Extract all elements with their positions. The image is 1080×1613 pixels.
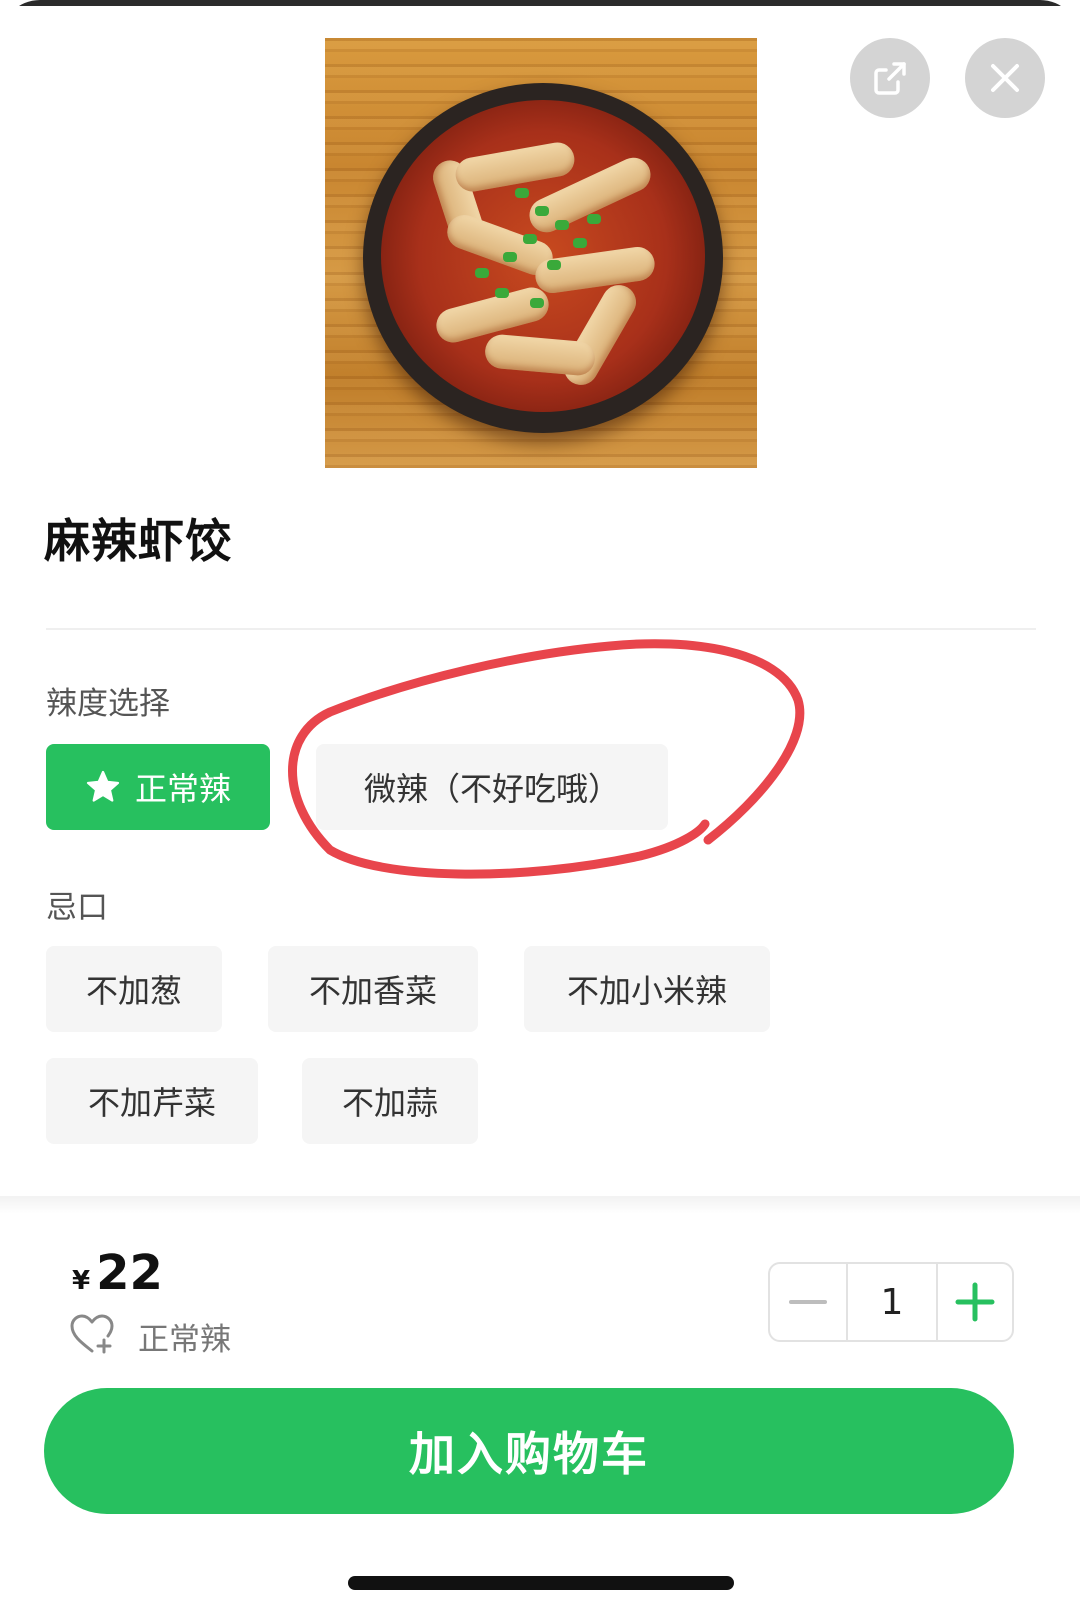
quantity-stepper: 1 (768, 1262, 1014, 1342)
share-button[interactable] (850, 38, 930, 118)
home-indicator (348, 1576, 734, 1590)
spice-option-label: 正常辣 (134, 770, 231, 808)
selected-spec: 正常辣 (138, 1321, 231, 1358)
share-icon (874, 62, 906, 95)
footer-divider (0, 1196, 1080, 1214)
price: ¥ 22 (72, 1245, 163, 1301)
favorite-row: 正常辣 (68, 1312, 231, 1360)
quantity-value: 1 (848, 1264, 938, 1340)
avoid-option-celery[interactable]: 不加芹菜 (46, 1058, 258, 1144)
divider (46, 628, 1036, 630)
dish-photo (325, 38, 757, 468)
currency-symbol: ¥ (72, 1266, 91, 1296)
avoid-option-label: 不加蒜 (341, 1084, 438, 1122)
spice-option-mild[interactable]: 微辣（不好吃哦） (316, 744, 668, 830)
decrease-button[interactable] (770, 1264, 848, 1340)
avoid-section-label: 忌口 (46, 890, 108, 926)
avoid-option-chili[interactable]: 不加小米辣 (524, 946, 770, 1032)
avoid-option-label: 不加香菜 (308, 972, 437, 1010)
plus-icon (955, 1282, 995, 1322)
price-value: 22 (96, 1245, 163, 1301)
avoid-option-garlic[interactable]: 不加蒜 (302, 1058, 478, 1144)
add-to-cart-button[interactable]: 加入购物车 (44, 1388, 1014, 1514)
minus-icon (789, 1300, 827, 1304)
star-icon (85, 769, 121, 805)
spice-section-label: 辣度选择 (46, 686, 170, 722)
spice-option-label: 微辣（不好吃哦） (363, 770, 620, 808)
avoid-option-label: 不加葱 (85, 972, 182, 1010)
avoid-option-label: 不加小米辣 (566, 972, 727, 1010)
product-title: 麻辣虾饺 (44, 514, 232, 568)
avoid-option-scallion[interactable]: 不加葱 (46, 946, 222, 1032)
increase-button[interactable] (938, 1264, 1012, 1340)
product-detail-sheet: 麻辣虾饺 辣度选择 正常辣 微辣（不好吃哦） 忌口 不加葱 不加香菜 不加小米辣… (0, 0, 1080, 1613)
avoid-option-label: 不加芹菜 (87, 1084, 216, 1122)
avoid-option-coriander[interactable]: 不加香菜 (268, 946, 478, 1032)
spice-option-normal[interactable]: 正常辣 (46, 744, 270, 830)
close-icon (991, 64, 1019, 92)
favorite-heart-icon[interactable] (68, 1312, 116, 1360)
top-edge (0, 0, 1080, 6)
close-button[interactable] (965, 38, 1045, 118)
